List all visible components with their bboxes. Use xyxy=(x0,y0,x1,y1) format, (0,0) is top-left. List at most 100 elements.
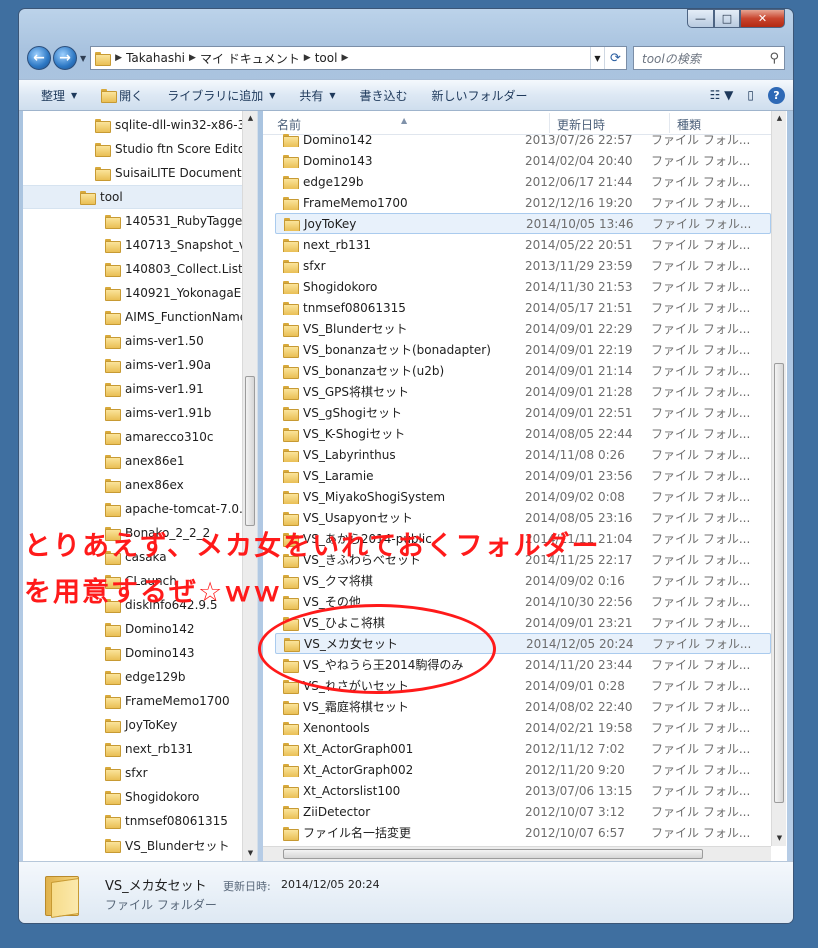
close-button[interactable]: ✕ xyxy=(740,9,785,28)
nav-item[interactable]: Domino142 xyxy=(105,617,194,641)
nav-item[interactable]: 140803_Collect.Listfile_ xyxy=(105,257,257,281)
scroll-down-icon[interactable]: ▼ xyxy=(243,846,257,861)
nav-item-tool[interactable]: tool xyxy=(23,185,257,209)
breadcrumb-takahashi[interactable]: Takahashi xyxy=(126,51,185,65)
nav-item[interactable]: anex86e1 xyxy=(105,449,185,473)
scroll-up-icon[interactable]: ▲ xyxy=(243,111,257,126)
nav-item[interactable]: sqlite-dll-win32-x86-3071 xyxy=(95,113,257,137)
file-row[interactable]: Xenontools 2014/02/21 19:58 ファイル フォル... xyxy=(275,717,771,738)
file-row[interactable]: VS_bonanzaセット(bonadapter) 2014/09/01 22:1… xyxy=(275,339,771,360)
file-type: ファイル フォル... xyxy=(651,763,751,777)
breadcrumb-my-documents[interactable]: マイ ドキュメント xyxy=(200,50,300,67)
file-row[interactable]: VS_Labyrinthus 2014/11/08 0:26 ファイル フォル... xyxy=(275,444,771,465)
nav-item[interactable]: FrameMemo1700 xyxy=(105,689,230,713)
nav-item[interactable]: Shogidokoro xyxy=(105,785,199,809)
file-row[interactable]: VS_GPS将棋セット 2014/09/01 21:28 ファイル フォル... xyxy=(275,381,771,402)
nav-item[interactable]: aims-ver1.91 xyxy=(105,377,204,401)
file-name: VS_bonanzaセット(u2b) xyxy=(303,364,445,378)
help-icon[interactable]: ? xyxy=(768,86,785,104)
nav-item[interactable]: aims-ver1.90a xyxy=(105,353,211,377)
file-row[interactable]: Xt_ActorGraph002 2012/11/20 9:20 ファイル フォル.… xyxy=(275,759,771,780)
file-row[interactable]: VS_bonanzaセット(u2b) 2014/09/01 21:14 ファイル フ… xyxy=(275,360,771,381)
file-row[interactable]: VS_K-Shogiセット 2014/08/05 22:44 ファイル フォル... xyxy=(275,423,771,444)
file-name: FrameMemo1700 xyxy=(303,195,408,210)
breadcrumb-tool[interactable]: tool xyxy=(315,51,338,65)
search-input[interactable]: toolの検索 ⚲ xyxy=(633,46,785,70)
nav-item[interactable]: apache-tomcat-7.0.47- xyxy=(105,497,257,521)
file-row[interactable]: sfxr 2013/11/29 23:59 ファイル フォル... xyxy=(275,255,771,276)
nav-item[interactable]: 140531_RubyTagger_v1 xyxy=(105,209,257,233)
file-row[interactable]: Domino143 2014/02/04 20:40 ファイル フォル... xyxy=(275,150,771,171)
burn-button[interactable]: 書き込む xyxy=(348,83,420,107)
file-row[interactable]: VS_Blunderセット 2014/09/01 22:29 ファイル フォル... xyxy=(275,318,771,339)
scroll-thumb[interactable] xyxy=(774,363,784,803)
scroll-down-icon[interactable]: ▼ xyxy=(772,831,787,846)
nav-item[interactable]: 140921_YokonagaEdito xyxy=(105,281,257,305)
file-row[interactable]: VS_MiyakoShogiSystem 2014/09/02 0:08 ファイル … xyxy=(275,486,771,507)
file-row[interactable]: ファイル名一括変更 2012/10/07 6:57 ファイル フォル... xyxy=(275,822,771,843)
file-type: ファイル フォル... xyxy=(651,658,751,672)
nav-item[interactable]: AIMS_FunctionNameAu xyxy=(105,305,257,329)
file-row[interactable]: Xt_Actorslist100 2013/07/06 13:15 ファイル フォル… xyxy=(275,780,771,801)
maximize-button[interactable]: □ xyxy=(714,9,740,28)
nav-item[interactable]: aims-ver1.91b xyxy=(105,401,211,425)
chevron-right-icon[interactable]: ▶ xyxy=(115,53,122,63)
file-row[interactable]: Domino142 2013/07/26 22:57 ファイル フォル... xyxy=(275,129,771,150)
organize-button[interactable]: 整理 ▼ xyxy=(29,83,89,107)
file-row[interactable]: Shogidokoro 2014/11/30 21:53 ファイル フォル... xyxy=(275,276,771,297)
file-name: VS_K-Shogiセット xyxy=(303,427,406,441)
open-button[interactable]: 開く xyxy=(89,83,155,107)
file-date: 2013/11/29 23:59 xyxy=(525,258,633,273)
nav-item[interactable]: Studio ftn Score Editor xyxy=(95,137,250,161)
address-bar[interactable]: ▶ Takahashi ▶ マイ ドキュメント ▶ tool ▶ ▼ ⟳ xyxy=(90,46,627,70)
file-row[interactable]: VS_霜庭将棋セット 2014/08/02 22:40 ファイル フォル... xyxy=(275,696,771,717)
file-row[interactable]: VS_Laramie 2014/09/01 23:56 ファイル フォル... xyxy=(275,465,771,486)
file-row[interactable]: JoyToKey 2014/10/05 13:46 ファイル フォル... xyxy=(275,213,771,234)
nav-item[interactable]: edge129b xyxy=(105,665,186,689)
file-row[interactable]: FrameMemo1700 2012/12/16 19:20 ファイル フォル... xyxy=(275,192,771,213)
forward-button[interactable]: → xyxy=(53,46,77,70)
new-folder-button[interactable]: 新しいフォルダー xyxy=(420,83,540,107)
nav-item[interactable]: JoyToKey xyxy=(105,713,177,737)
file-row[interactable]: VS_gShogiセット 2014/09/01 22:51 ファイル フォル... xyxy=(275,402,771,423)
nav-item[interactable]: 140713_Snapshot_v1.0 xyxy=(105,233,257,257)
share-button[interactable]: 共有 ▼ xyxy=(287,83,347,107)
file-row[interactable]: VS_クマ将棋 2014/09/02 0:16 ファイル フォル... xyxy=(275,570,771,591)
file-date: 2014/11/20 23:44 xyxy=(525,657,633,672)
nav-item[interactable]: Domino143 xyxy=(105,641,194,665)
file-date: 2012/10/07 3:12 xyxy=(525,804,625,819)
nav-item[interactable]: sfxr xyxy=(105,761,148,785)
chevron-right-icon[interactable]: ▶ xyxy=(341,53,348,63)
nav-item[interactable]: anex86ex xyxy=(105,473,184,497)
back-button[interactable]: ← xyxy=(27,46,51,70)
nav-scrollbar[interactable]: ▲ ▼ xyxy=(242,111,257,861)
refresh-icon[interactable]: ⟳ xyxy=(604,47,626,69)
file-row[interactable]: ZiiDetector 2012/10/07 3:12 ファイル フォル... xyxy=(275,801,771,822)
scroll-thumb[interactable] xyxy=(245,376,255,526)
file-list-hscrollbar[interactable] xyxy=(263,846,771,861)
change-view-icon[interactable]: ☷ ▼ xyxy=(710,88,734,102)
file-row[interactable]: edge129b 2012/06/17 21:44 ファイル フォル... xyxy=(275,171,771,192)
folder-icon xyxy=(283,133,299,147)
nav-item[interactable]: VS_Blunderセット xyxy=(105,833,230,857)
file-row[interactable]: Xt_ActorGraph001 2012/11/12 7:02 ファイル フォル.… xyxy=(275,738,771,759)
minimize-button[interactable]: — xyxy=(687,9,714,28)
file-row[interactable]: next_rb131 2014/05/22 20:51 ファイル フォル... xyxy=(275,234,771,255)
file-date: 2012/06/17 21:44 xyxy=(525,174,633,189)
add-to-library-button[interactable]: ライブラリに追加 ▼ xyxy=(155,83,287,107)
chevron-right-icon[interactable]: ▶ xyxy=(189,53,196,63)
chevron-right-icon[interactable]: ▶ xyxy=(304,53,311,63)
nav-item[interactable]: SuisaiLITE Documents xyxy=(95,161,248,185)
nav-item[interactable]: next_rb131 xyxy=(105,737,193,761)
scroll-up-icon[interactable]: ▲ xyxy=(772,111,787,126)
file-type: ファイル フォル... xyxy=(651,700,751,714)
preview-pane-icon[interactable]: ▯ xyxy=(747,88,754,102)
nav-item[interactable]: tnmsef08061315 xyxy=(105,809,228,833)
recent-pages-dropdown[interactable]: ▼ xyxy=(80,54,86,63)
file-list-scrollbar[interactable]: ▲ ▼ xyxy=(771,111,786,846)
nav-item[interactable]: aims-ver1.50 xyxy=(105,329,204,353)
address-dropdown-icon[interactable]: ▼ xyxy=(590,47,604,69)
hscroll-thumb[interactable] xyxy=(283,849,703,859)
nav-item[interactable]: amarecco310c xyxy=(105,425,214,449)
file-row[interactable]: tnmsef08061315 2014/05/17 21:51 ファイル フォル..… xyxy=(275,297,771,318)
